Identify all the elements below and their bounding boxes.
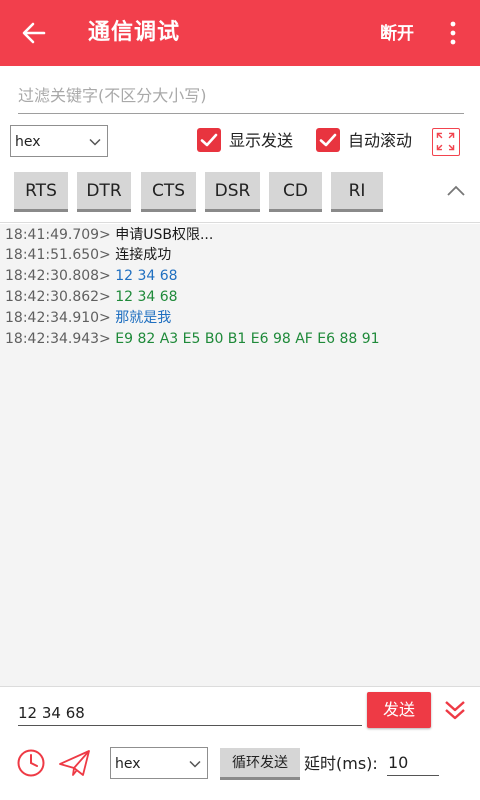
display-format-value: hex [15,134,41,150]
clock-icon[interactable] [16,748,46,778]
paper-plane-icon[interactable] [58,748,92,778]
delay-label: 延时(ms): [304,754,378,773]
divider [0,686,480,687]
send-button[interactable]: 发送 [367,692,431,728]
log-line: 18:42:30.808> 12 34 68 [5,266,178,286]
check-icon [319,133,337,147]
back-arrow-icon[interactable] [18,17,50,49]
dtr-button[interactable]: DTR [77,172,131,212]
delay-input[interactable] [387,750,439,776]
log-timestamp: 18:41:49.709> [5,227,111,243]
display-format-select[interactable]: hex [10,125,108,157]
disconnect-button[interactable]: 断开 [380,22,414,46]
more-vert-icon[interactable] [446,20,460,46]
chevron-up-icon[interactable] [444,182,468,200]
send-input[interactable] [18,700,362,726]
log-message: 12 34 68 [115,268,178,284]
log-message: E9 82 A3 E5 B0 B1 E6 98 AF E6 88 91 [115,331,380,347]
check-icon [200,133,218,147]
page-title: 通信调试 [88,20,181,45]
auto-scroll-label: 自动滚动 [348,131,413,150]
log-timestamp: 18:42:34.943> [5,331,111,347]
log-timestamp: 18:42:30.862> [5,289,111,305]
log-line: 18:41:51.650> 连接成功 [5,245,171,265]
log-timestamp: 18:42:34.910> [5,310,111,326]
log-timestamp: 18:42:30.808> [5,268,111,284]
app-bar: 通信调试 断开 [0,0,480,66]
log-line: 18:42:34.943> E9 82 A3 E5 B0 B1 E6 98 AF… [5,329,380,349]
log-timestamp: 18:41:51.650> [5,247,111,263]
fullscreen-icon [436,132,455,151]
chevron-down-icon [89,138,101,146]
log-panel[interactable]: 18:41:49.709> 申请USB权限... 18:41:51.650> 连… [0,224,480,686]
send-format-select[interactable]: hex [110,747,208,779]
log-message: 申请USB权限... [115,227,214,243]
show-send-checkbox[interactable] [197,128,221,152]
log-line: 18:42:34.910> 那就是我 [5,308,171,328]
dsr-button[interactable]: DSR [205,172,260,212]
filter-input[interactable] [18,78,464,114]
log-message: 那就是我 [115,310,172,326]
send-format-value: hex [115,756,141,772]
show-send-label: 显示发送 [229,131,294,150]
chevron-down-icon [189,760,201,768]
divider [0,222,480,223]
fullscreen-button[interactable] [432,128,460,156]
rts-button[interactable]: RTS [14,172,68,212]
auto-scroll-checkbox[interactable] [316,128,340,152]
log-message: 12 34 68 [115,289,178,305]
double-chevron-down-icon[interactable] [442,697,468,723]
log-line: 18:41:49.709> 申请USB权限... [5,225,213,245]
cts-button[interactable]: CTS [141,172,196,212]
log-message: 连接成功 [115,247,172,263]
ri-button[interactable]: RI [331,172,383,212]
loop-send-button[interactable]: 循环发送 [220,748,300,780]
log-line: 18:42:30.862> 12 34 68 [5,287,178,307]
cd-button[interactable]: CD [269,172,322,212]
